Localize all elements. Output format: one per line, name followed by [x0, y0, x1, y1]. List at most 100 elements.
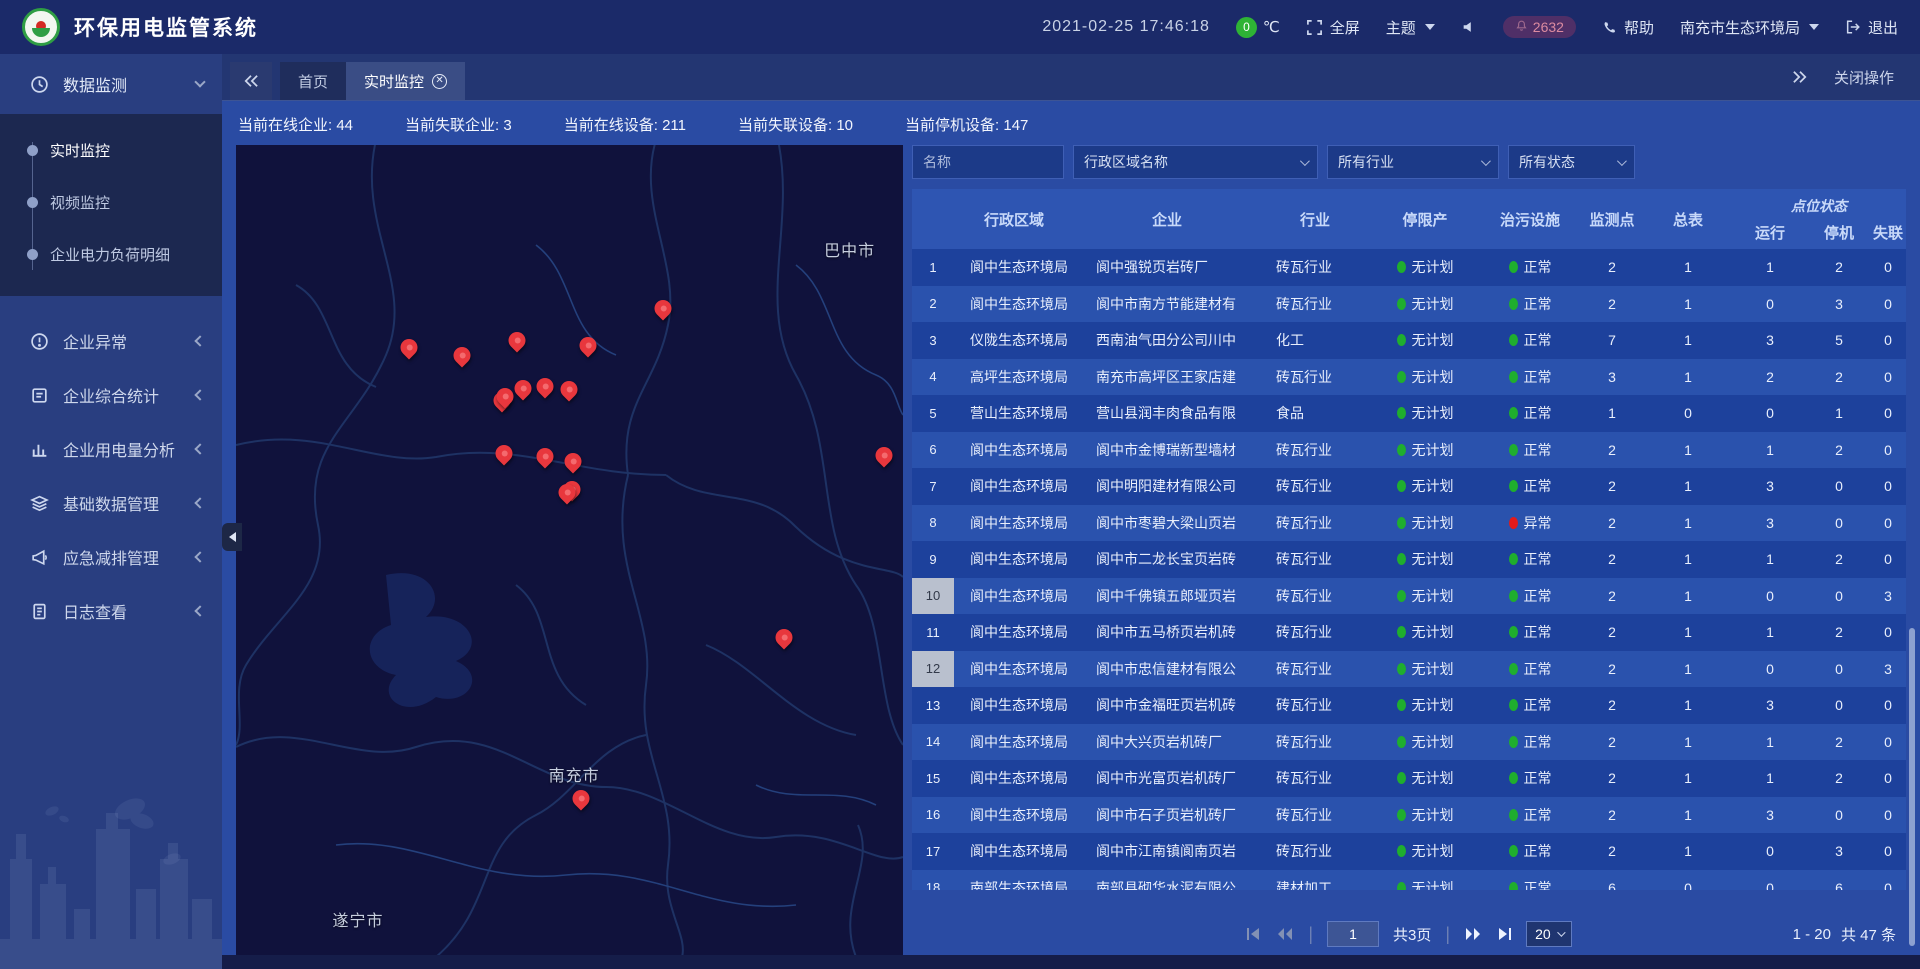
- table-row[interactable]: 3 仪陇生态环境局 西南油气田分公司川中 化工 无计划 正常 7 1 3 5 0: [912, 322, 1906, 359]
- map-collapse-handle[interactable]: [222, 523, 242, 551]
- table-row[interactable]: 6 阆中生态环境局 阆中市金博瑞新型墙材 砖瓦行业 无计划 正常 2 1 1 2…: [912, 432, 1906, 469]
- sidebar-item-data-monitor[interactable]: 数据监测: [0, 54, 222, 114]
- table-row[interactable]: 11 阆中生态环境局 阆中市五马桥页岩机砖 砖瓦行业 无计划 正常 2 1 1 …: [912, 614, 1906, 651]
- org-dropdown[interactable]: 南充市生态环境局: [1680, 17, 1819, 38]
- table-row[interactable]: 12 阆中生态环境局 阆中市忠信建材有限公 砖瓦行业 无计划 正常 2 1 0 …: [912, 651, 1906, 688]
- sidebar-item-enterprise-statistics[interactable]: 企业综合统计: [0, 368, 222, 422]
- tab-home[interactable]: 首页: [280, 62, 346, 100]
- cell-total-meters: 1: [1644, 770, 1732, 786]
- table-row[interactable]: 2 阆中生态环境局 阆中市南方节能建材有 砖瓦行业 无计划 正常 2 1 0 3…: [912, 286, 1906, 323]
- cell-enterprise[interactable]: 阆中市金博瑞新型墙材: [1074, 440, 1260, 460]
- region-filter-select[interactable]: 行政区域名称: [1073, 145, 1318, 179]
- row-index: 13: [912, 698, 954, 713]
- table-row[interactable]: 4 高坪生态环境局 南充市高坪区王家店建 砖瓦行业 无计划 正常 3 1 2 2…: [912, 359, 1906, 396]
- cell-disconnected: 0: [1870, 332, 1906, 348]
- table-row[interactable]: 13 阆中生态环境局 阆中市金福旺页岩机砖 砖瓦行业 无计划 正常 2 1 3 …: [912, 687, 1906, 724]
- page-number-input[interactable]: [1327, 921, 1379, 947]
- cell-enterprise[interactable]: 阆中市石子页岩机砖厂: [1074, 805, 1260, 825]
- table-row[interactable]: 7 阆中生态环境局 阆中明阳建材有限公司 砖瓦行业 无计划 正常 2 1 3 0…: [912, 468, 1906, 505]
- exit-icon: [1845, 19, 1861, 35]
- sidebar-item-video-monitor[interactable]: 视频监控: [0, 176, 222, 228]
- name-filter-input[interactable]: [923, 154, 1053, 170]
- chevron-left-icon: [194, 389, 205, 400]
- sidebar-item-realtime-monitor[interactable]: 实时监控: [0, 124, 222, 176]
- row-index: 12: [912, 651, 954, 688]
- cell-enterprise[interactable]: 西南油气田分公司川中: [1074, 330, 1260, 350]
- cell-stopped: 2: [1808, 369, 1870, 385]
- last-page-button[interactable]: [1496, 927, 1512, 941]
- next-page-button[interactable]: [1464, 927, 1482, 941]
- cell-enterprise[interactable]: 营山县润丰肉食品有限: [1074, 403, 1260, 423]
- notification-badge[interactable]: 2632: [1503, 16, 1576, 38]
- cell-enterprise[interactable]: 阆中市二龙长宝页岩砖: [1074, 549, 1260, 569]
- industry-filter-select[interactable]: 所有行业: [1327, 145, 1499, 179]
- cell-production-stop: 无计划: [1370, 403, 1480, 423]
- cell-enterprise[interactable]: 阆中市金福旺页岩机砖: [1074, 695, 1260, 715]
- table-row[interactable]: 10 阆中生态环境局 阆中千佛镇五郎垭页岩 砖瓦行业 无计划 正常 2 1 0 …: [912, 578, 1906, 615]
- cell-enterprise[interactable]: 阆中市江南镇阆南页岩: [1074, 841, 1260, 861]
- sidebar-item-enterprise-abnormal[interactable]: 企业异常: [0, 314, 222, 368]
- cell-production-stop: 无计划: [1370, 513, 1480, 533]
- cell-enterprise[interactable]: 阆中明阳建材有限公司: [1074, 476, 1260, 496]
- sidebar-item-log-view[interactable]: 日志查看: [0, 584, 222, 638]
- tabs-scroll-left-button[interactable]: [230, 62, 272, 100]
- name-filter[interactable]: [912, 145, 1064, 179]
- chevron-down-icon: [1425, 24, 1435, 30]
- table-row[interactable]: 8 阆中生态环境局 阆中市枣碧大梁山页岩 砖瓦行业 无计划 异常 2 1 3 0…: [912, 505, 1906, 542]
- sidebar-item-power-usage-analysis[interactable]: 企业用电量分析: [0, 422, 222, 476]
- close-icon[interactable]: ✕: [432, 74, 447, 89]
- status-dot: [1509, 298, 1518, 310]
- cell-enterprise[interactable]: 阆中市光富页岩机砖厂: [1074, 768, 1260, 788]
- prev-page-button[interactable]: [1276, 927, 1294, 941]
- table-row[interactable]: 5 营山生态环境局 营山县润丰肉食品有限 食品 无计划 正常 1 0 0 1 0: [912, 395, 1906, 432]
- table-row[interactable]: 17 阆中生态环境局 阆中市江南镇阆南页岩 砖瓦行业 无计划 正常 2 1 0 …: [912, 833, 1906, 870]
- cell-disconnected: 0: [1870, 770, 1906, 786]
- sidebar-item-power-load-detail[interactable]: 企业电力负荷明细: [0, 228, 222, 280]
- col-disconnected: 失联: [1870, 215, 1906, 249]
- cell-enterprise[interactable]: 阆中市五马桥页岩机砖: [1074, 622, 1260, 642]
- cell-enterprise[interactable]: 阆中强锐页岩砖厂: [1074, 257, 1260, 277]
- cell-monitor-points: 2: [1580, 843, 1644, 859]
- table-row[interactable]: 15 阆中生态环境局 阆中市光富页岩机砖厂 砖瓦行业 无计划 正常 2 1 1 …: [912, 760, 1906, 797]
- cell-stopped: 0: [1808, 661, 1870, 677]
- cell-monitor-points: 2: [1580, 807, 1644, 823]
- cell-enterprise[interactable]: 阆中千佛镇五郎垭页岩: [1074, 586, 1260, 606]
- cell-enterprise[interactable]: 南部县砌华水泥有限公: [1074, 878, 1260, 890]
- tab-realtime-monitor[interactable]: 实时监控 ✕: [346, 62, 465, 100]
- col-industry: 行业: [1260, 189, 1370, 249]
- table-row[interactable]: 1 阆中生态环境局 阆中强锐页岩砖厂 砖瓦行业 无计划 正常 2 1 1 2 0: [912, 249, 1906, 286]
- sidebar-item-emergency-reduction[interactable]: 应急减排管理: [0, 530, 222, 584]
- cell-enterprise[interactable]: 阆中市枣碧大梁山页岩: [1074, 513, 1260, 533]
- cell-enterprise[interactable]: 阆中市南方节能建材有: [1074, 294, 1260, 314]
- logout-button[interactable]: 退出: [1845, 17, 1898, 38]
- fullscreen-button[interactable]: 全屏: [1306, 17, 1360, 38]
- mute-button[interactable]: [1461, 19, 1477, 35]
- cell-disconnected: 0: [1870, 734, 1906, 750]
- cell-region: 阆中生态环境局: [954, 294, 1074, 314]
- sidebar-item-base-data-management[interactable]: 基础数据管理: [0, 476, 222, 530]
- table-row[interactable]: 9 阆中生态环境局 阆中市二龙长宝页岩砖 砖瓦行业 无计划 正常 2 1 1 2…: [912, 541, 1906, 578]
- cell-stopped: 0: [1808, 478, 1870, 494]
- cell-stopped: 0: [1808, 588, 1870, 604]
- theme-dropdown[interactable]: 主题: [1386, 17, 1435, 38]
- first-page-button[interactable]: [1246, 927, 1262, 941]
- cell-industry: 砖瓦行业: [1260, 367, 1370, 387]
- cell-enterprise[interactable]: 南充市高坪区王家店建: [1074, 367, 1260, 387]
- page-size-select[interactable]: 20: [1526, 921, 1572, 947]
- col-enterprise: 企业: [1074, 189, 1260, 249]
- tabs-scroll-right-button[interactable]: [1792, 70, 1808, 84]
- scrollbar-thumb[interactable]: [1909, 628, 1915, 946]
- cell-enterprise[interactable]: 阆中市忠信建材有限公: [1074, 659, 1260, 679]
- status-dot: [1397, 444, 1406, 456]
- table-row[interactable]: 16 阆中生态环境局 阆中市石子页岩机砖厂 砖瓦行业 无计划 正常 2 1 3 …: [912, 797, 1906, 834]
- cell-total-meters: 1: [1644, 551, 1732, 567]
- help-button[interactable]: 帮助: [1602, 17, 1654, 38]
- table-row[interactable]: 14 阆中生态环境局 阆中大兴页岩机砖厂 砖瓦行业 无计划 正常 2 1 1 2…: [912, 724, 1906, 761]
- status-dot: [1509, 882, 1518, 890]
- status-filter-select[interactable]: 所有状态: [1508, 145, 1635, 179]
- table-row[interactable]: 18 南部生态环境局 南部县砌华水泥有限公 建材加工 无计划 正常 6 0 0 …: [912, 870, 1906, 891]
- map-panel[interactable]: 巴中市南充市遂宁市: [236, 145, 903, 955]
- status-dot: [1509, 480, 1518, 492]
- cell-enterprise[interactable]: 阆中大兴页岩机砖厂: [1074, 732, 1260, 752]
- close-operations-button[interactable]: 关闭操作: [1834, 67, 1894, 88]
